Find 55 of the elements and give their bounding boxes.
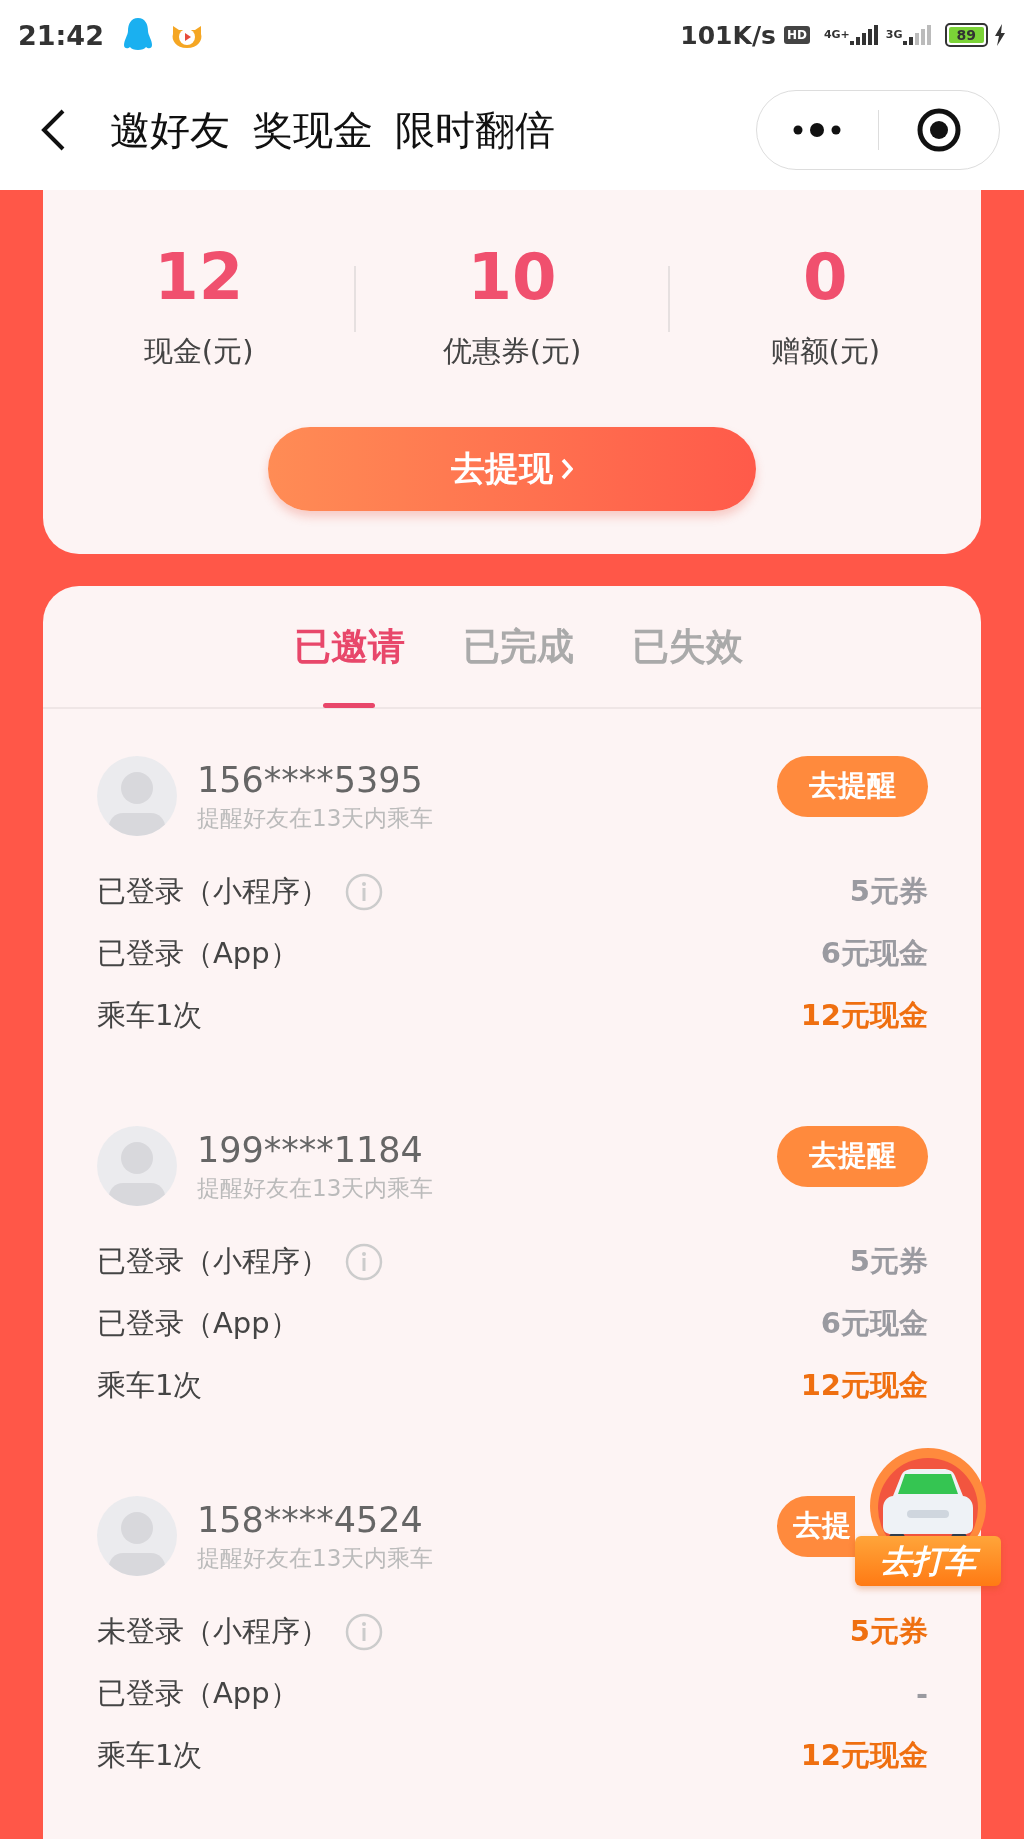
phone-number: 156****5395 xyxy=(197,760,424,800)
reward-value: 12元现金 xyxy=(800,1737,928,1774)
step-label: 已登录（App） xyxy=(97,1675,299,1712)
stat-value: 12 xyxy=(154,239,244,316)
step-label: 乘车1次 xyxy=(97,1737,203,1774)
hint-text: 提醒好友在13天内乘车 xyxy=(197,804,435,832)
stat-label: 现金(元) xyxy=(143,333,254,370)
avatar-icon xyxy=(97,756,177,836)
clock: 21:42 xyxy=(18,19,104,51)
reward-value: 6元现金 xyxy=(820,935,928,972)
step-label: 已登录（小程序） xyxy=(97,873,329,910)
reward-value: 5元券 xyxy=(849,1613,928,1650)
network-speed: 101K/s xyxy=(680,20,776,50)
stat-label: 赠额(元) xyxy=(770,333,881,370)
network-type: 3G xyxy=(885,29,903,41)
back-icon[interactable] xyxy=(40,109,66,151)
step-label: 乘车1次 xyxy=(97,1367,203,1404)
charging-icon xyxy=(994,24,1006,46)
step-label: 乘车1次 xyxy=(97,997,203,1034)
battery-icon: 89 xyxy=(944,23,988,47)
more-icon xyxy=(792,123,843,137)
hd-badge: HD xyxy=(783,26,810,44)
hint-text: 提醒好友在13天内乘车 xyxy=(197,1544,435,1572)
target-icon xyxy=(915,107,962,153)
reward-value: 6元现金 xyxy=(820,1305,928,1342)
stat-value: 0 xyxy=(803,239,848,316)
reward-value: 12元现金 xyxy=(800,1367,928,1404)
reward-value: 12元现金 xyxy=(800,997,928,1034)
remind-button[interactable]: 去提醒 xyxy=(777,755,928,817)
network-type: 4G+ xyxy=(823,29,850,41)
page-title: 邀好友 奖现金 限时翻倍 xyxy=(110,105,557,155)
chevron-right-icon xyxy=(561,458,573,480)
signal-icon xyxy=(902,25,933,45)
remind-button[interactable]: 去提醒 xyxy=(777,1125,928,1187)
stat-label: 优惠券(元) xyxy=(442,333,582,370)
avatar-icon xyxy=(97,1496,177,1576)
signal-icon xyxy=(849,25,880,45)
tab[interactable]: 已邀请 xyxy=(293,586,405,707)
tab[interactable]: 已完成 xyxy=(462,586,574,707)
step-label: 已登录（小程序） xyxy=(97,1243,329,1280)
ride-button[interactable]: 去打车 xyxy=(855,1446,1001,1586)
remind-button[interactable]: 去提 xyxy=(777,1495,855,1557)
step-label: 已登录（App） xyxy=(97,935,299,972)
reward-value: 5元券 xyxy=(849,873,928,910)
step-label: 已登录（App） xyxy=(97,1305,299,1342)
step-label: 未登录（小程序） xyxy=(97,1613,329,1650)
reward-value: 5元券 xyxy=(849,1243,928,1280)
stat-value: 10 xyxy=(467,239,557,316)
tab[interactable]: 已失效 xyxy=(631,586,743,707)
reward-value: - xyxy=(915,1677,928,1711)
hint-text: 提醒好友在13天内乘车 xyxy=(197,1174,435,1202)
avatar-icon xyxy=(97,1126,177,1206)
phone-number: 158****4524 xyxy=(197,1500,424,1540)
phone-number: 199****1184 xyxy=(197,1130,424,1170)
withdraw-button[interactable]: 去提现 xyxy=(268,427,756,511)
